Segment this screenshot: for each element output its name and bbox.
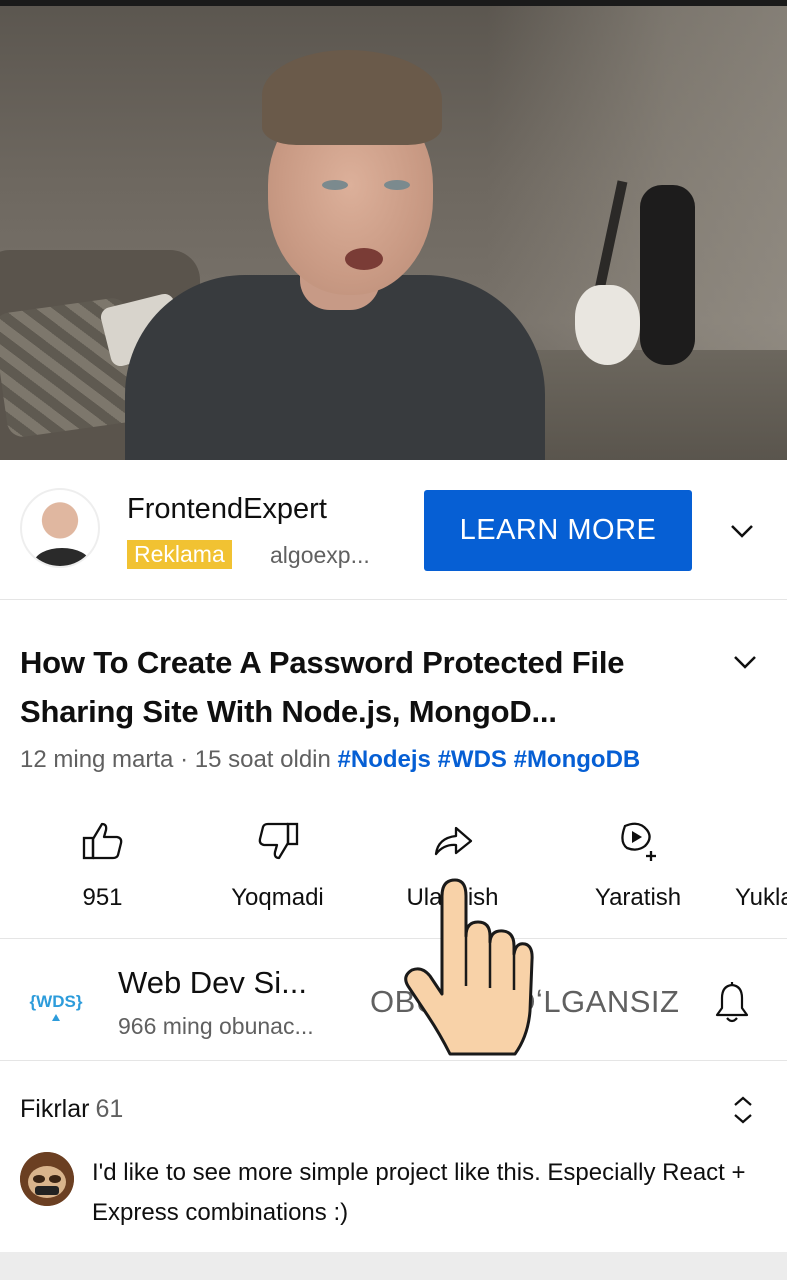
download-button[interactable]: Yuklab olish — [735, 818, 787, 912]
subscriber-count: 966 ming obunac... — [118, 1013, 314, 1039]
channel-name[interactable]: Web Dev Si... — [118, 965, 307, 1001]
dislike-label: Yoqmadi — [231, 884, 324, 911]
thumbs-down-icon — [258, 822, 298, 860]
svg-text:{WDS}: {WDS} — [30, 992, 83, 1011]
advertiser-avatar[interactable] — [20, 488, 100, 568]
hashtag-nodejs[interactable]: #Nodejs — [338, 746, 431, 773]
upload-time: 15 soat oldin — [194, 746, 331, 773]
video-player[interactable] — [0, 0, 787, 460]
share-icon — [434, 826, 472, 856]
like-button[interactable]: 951 — [55, 818, 150, 912]
meta-separator: · — [180, 746, 189, 773]
comments-count: 61 — [95, 1095, 124, 1123]
create-button[interactable]: Yaratish — [568, 818, 708, 912]
advertiser-url: algoexp... — [270, 542, 370, 568]
channel-logo[interactable]: {WDS} — [22, 985, 90, 1033]
ad-row[interactable]: FrontendExpert Reklama algoexp... LEARN … — [0, 460, 787, 600]
expand-description-icon[interactable] — [731, 648, 759, 676]
thumbs-up-icon — [82, 822, 122, 860]
create-label: Yaratish — [594, 884, 682, 911]
guitar-case — [640, 185, 695, 365]
hashtag-wds[interactable]: #WDS — [438, 746, 507, 773]
like-count: 951 — [82, 884, 123, 911]
chevron-down-icon[interactable] — [728, 517, 756, 545]
view-count: 12 ming marta — [20, 746, 174, 773]
ad-badge: Reklama — [127, 540, 232, 569]
video-title[interactable]: How To Create A Password Protected File … — [20, 638, 710, 736]
bell-icon[interactable] — [712, 980, 752, 1026]
divider — [0, 938, 787, 939]
bottom-bar — [0, 1252, 787, 1280]
pointer-hand-icon — [404, 878, 534, 1056]
top-comment: I'd like to see more simple project like… — [92, 1159, 746, 1226]
comments-title: Fikrlar — [20, 1095, 90, 1123]
download-label: Yuklab olish — [735, 884, 787, 911]
guitar — [575, 285, 640, 365]
advertiser-name[interactable]: FrontendExpert — [127, 493, 327, 526]
dislike-button[interactable]: Yoqmadi — [210, 818, 345, 912]
create-icon — [621, 822, 656, 861]
learn-more-button[interactable]: LEARN MORE — [424, 490, 692, 571]
video-meta: 12 ming marta · 15 soat oldin #Nodejs #W… — [20, 746, 640, 774]
commenter-avatar[interactable] — [20, 1152, 74, 1206]
comments-header[interactable]: Fikrlar 61 — [20, 1095, 123, 1124]
divider — [0, 1060, 787, 1061]
expand-comments-icon[interactable] — [731, 1093, 755, 1127]
sloth-avatar-icon — [20, 1152, 74, 1206]
hashtag-mongodb[interactable]: #MongoDB — [514, 746, 641, 773]
